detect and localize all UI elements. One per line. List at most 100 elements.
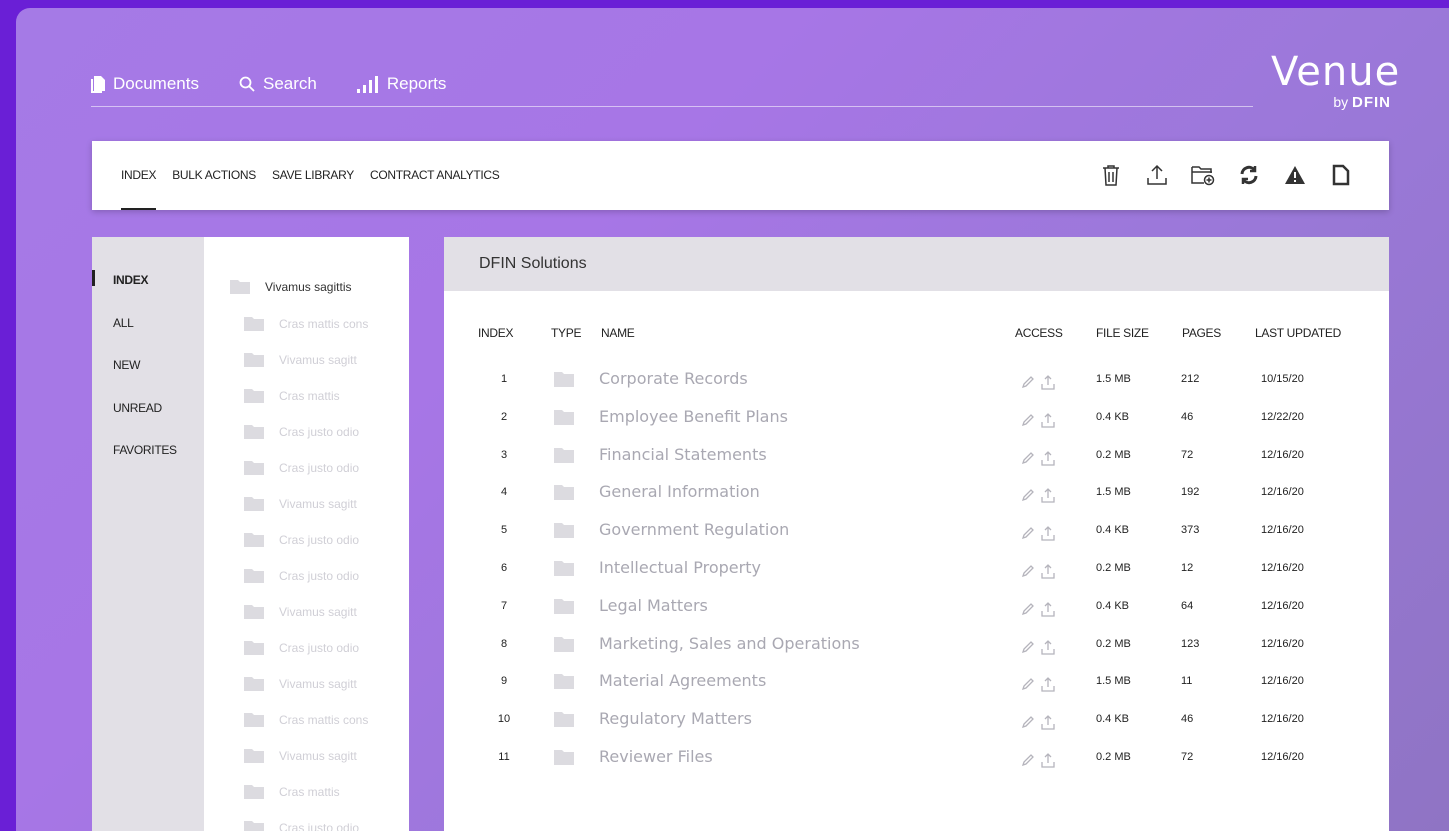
tab-save-library[interactable]: SAVE LIBRARY xyxy=(272,141,354,210)
app-frame: Documents Search Reports Venue by DFIN I… xyxy=(16,8,1449,831)
table-row[interactable]: 1 Corporate Records 1.5 MB 212 10/15/20 xyxy=(444,367,1389,405)
table-row[interactable]: 10 Regulatory Matters 0.4 KB 46 12/16/20 xyxy=(444,707,1389,745)
warning-icon[interactable] xyxy=(1283,163,1307,187)
col-file-size[interactable]: FILE SIZE xyxy=(1096,326,1149,340)
tree-folder-label: Vivamus sagitt xyxy=(279,605,357,619)
nav-documents[interactable]: Documents xyxy=(91,74,199,94)
tree-folder[interactable]: Cras justo odio xyxy=(244,461,359,475)
tree-folder[interactable]: Cras justo odio xyxy=(244,641,359,655)
row-name[interactable]: Government Regulation xyxy=(599,518,789,542)
folder-icon xyxy=(244,785,264,799)
tab-bulk-actions[interactable]: BULK ACTIONS xyxy=(172,141,256,210)
col-access[interactable]: ACCESS xyxy=(1015,326,1063,340)
row-name[interactable]: General Information xyxy=(599,480,760,504)
row-name[interactable]: Intellectual Property xyxy=(599,556,761,580)
upload-icon[interactable] xyxy=(1041,676,1055,693)
table-row[interactable]: 11 Reviewer Files 0.2 MB 72 12/16/20 xyxy=(444,745,1389,783)
tree-folder-label: Vivamus sagitt xyxy=(279,497,357,511)
edit-icon[interactable] xyxy=(1021,413,1035,427)
row-access xyxy=(1021,483,1061,507)
tree-folder[interactable]: Cras mattis cons xyxy=(244,317,368,331)
row-name[interactable]: Corporate Records xyxy=(599,367,748,391)
filter-all[interactable]: ALL xyxy=(113,316,134,330)
edit-icon[interactable] xyxy=(1021,602,1035,616)
tree-folder[interactable]: Vivamus sagitt xyxy=(244,497,357,511)
upload-icon[interactable] xyxy=(1041,487,1055,504)
row-name[interactable]: Employee Benefit Plans xyxy=(599,405,788,429)
upload-icon[interactable] xyxy=(1041,412,1055,428)
tree-folder[interactable]: Cras justo odio xyxy=(244,569,359,583)
edit-icon[interactable] xyxy=(1021,677,1035,691)
filter-favorites[interactable]: FAVORITES xyxy=(113,443,177,457)
row-name[interactable]: Reviewer Files xyxy=(599,745,713,769)
upload-icon[interactable] xyxy=(1041,450,1055,466)
nav-reports[interactable]: Reports xyxy=(356,74,447,94)
tab-index[interactable]: INDEX xyxy=(121,141,156,210)
edit-icon[interactable] xyxy=(1021,715,1035,729)
col-type[interactable]: TYPE xyxy=(551,326,581,340)
edit-icon[interactable] xyxy=(1021,451,1035,465)
upload-icon[interactable] xyxy=(1041,639,1055,655)
col-index[interactable]: INDEX xyxy=(478,326,513,340)
tree-root-folder[interactable]: Vivamus sagittis xyxy=(230,280,351,294)
add-folder-icon[interactable] xyxy=(1191,163,1215,187)
tree-folder[interactable]: Cras justo odio xyxy=(244,821,359,831)
upload-icon[interactable] xyxy=(1041,563,1055,579)
table-row[interactable]: 7 Legal Matters 0.4 KB 64 12/16/20 xyxy=(444,594,1389,632)
folder-icon xyxy=(554,673,574,697)
row-access xyxy=(1021,370,1061,394)
tab-contract-analytics[interactable]: CONTRACT ANALYTICS xyxy=(370,141,500,210)
table-row[interactable]: 8 Marketing, Sales and Operations 0.2 MB 12… xyxy=(444,632,1389,670)
tree-folder[interactable]: Vivamus sagitt xyxy=(244,353,357,367)
table-row[interactable]: 3 Financial Statements 0.2 MB 72 12/16/20 xyxy=(444,443,1389,481)
nav-search-label: Search xyxy=(262,74,317,93)
col-name[interactable]: NAME xyxy=(601,326,635,340)
nav-reports-label: Reports xyxy=(386,74,447,93)
row-name[interactable]: Material Agreements xyxy=(599,669,766,693)
filter-index[interactable]: INDEX xyxy=(113,273,148,287)
upload-icon[interactable] xyxy=(1041,601,1055,617)
tree-folder[interactable]: Cras mattis cons xyxy=(244,713,368,727)
upload-icon[interactable] xyxy=(1041,714,1055,730)
filter-unread[interactable]: UNREAD xyxy=(113,401,162,415)
tree-folder[interactable]: Vivamus sagitt xyxy=(244,677,357,691)
trash-icon[interactable] xyxy=(1099,163,1123,187)
edit-icon[interactable] xyxy=(1021,753,1035,767)
table-row[interactable]: 2 Employee Benefit Plans 0.4 KB 46 12/22/20 xyxy=(444,405,1389,443)
col-last-updated[interactable]: LAST UPDATED xyxy=(1255,326,1341,340)
edit-icon[interactable] xyxy=(1021,564,1035,578)
edit-icon[interactable] xyxy=(1021,640,1035,654)
row-name[interactable]: Financial Statements xyxy=(599,443,767,467)
tree-folder[interactable]: Cras mattis xyxy=(244,785,340,799)
bar-chart-icon xyxy=(356,75,378,93)
table-row[interactable]: 5 Government Regulation 0.4 KB 373 12/16/20 xyxy=(444,518,1389,556)
tree-folder[interactable]: Vivamus sagitt xyxy=(244,749,357,763)
upload-icon[interactable] xyxy=(1041,752,1055,768)
folder-icon xyxy=(554,598,574,622)
edit-icon[interactable] xyxy=(1021,526,1035,540)
tree-folder[interactable]: Cras mattis xyxy=(244,389,340,403)
row-name[interactable]: Marketing, Sales and Operations xyxy=(599,632,860,656)
tree-folder-label: Cras justo odio xyxy=(279,641,360,655)
upload-icon[interactable] xyxy=(1041,374,1055,390)
row-name[interactable]: Regulatory Matters xyxy=(599,707,752,731)
edit-icon[interactable] xyxy=(1021,488,1035,502)
row-index: 9 xyxy=(500,675,508,688)
table-row[interactable]: 6 Intellectual Property 0.2 MB 12 12/16/20 xyxy=(444,556,1389,594)
nav-search[interactable]: Search xyxy=(239,74,317,94)
col-pages[interactable]: PAGES xyxy=(1182,326,1221,340)
tree-folder[interactable]: Cras justo odio xyxy=(244,533,359,547)
table-row[interactable]: 4 General Information 1.5 MB 192 12/16/20 xyxy=(444,480,1389,518)
upload-icon[interactable] xyxy=(1041,525,1055,541)
upload-icon[interactable] xyxy=(1145,163,1169,187)
row-pages: 11 xyxy=(1181,675,1193,688)
refresh-icon[interactable] xyxy=(1237,163,1261,187)
tree-folder[interactable]: Cras justo odio xyxy=(244,425,359,439)
edit-icon[interactable] xyxy=(1021,375,1035,389)
folder-icon xyxy=(554,636,574,660)
document-icon[interactable] xyxy=(1329,163,1353,187)
filter-new[interactable]: NEW xyxy=(113,358,140,372)
tree-folder[interactable]: Vivamus sagitt xyxy=(244,605,357,619)
table-row[interactable]: 9 Material Agreements 1.5 MB 11 12/16/20 xyxy=(444,669,1389,707)
row-name[interactable]: Legal Matters xyxy=(599,594,708,618)
